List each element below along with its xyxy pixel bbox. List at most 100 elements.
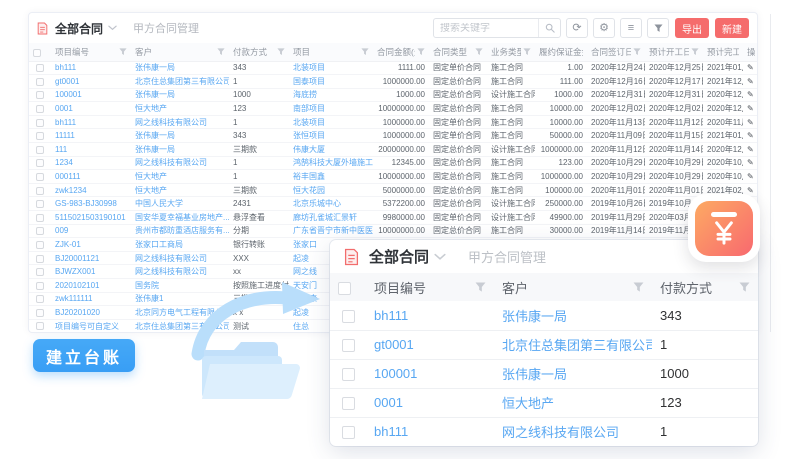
cell-link[interactable]: 鸿鹄科技大厦外墙施工项目 xyxy=(289,156,373,170)
edit-pencil-icon[interactable]: ✎ xyxy=(743,115,758,129)
cell-link[interactable]: 100001 xyxy=(51,88,131,102)
cell-link[interactable]: GS-983-BJ30998 xyxy=(51,197,131,211)
cell-link[interactable]: 张伟康一局 xyxy=(131,88,229,102)
cell-link[interactable]: BJ20001121 xyxy=(51,251,131,265)
select-all-checkbox[interactable] xyxy=(33,49,41,57)
cell-link[interactable]: 2020102101 xyxy=(51,279,131,293)
filter-icon[interactable] xyxy=(691,48,699,56)
row-checkbox[interactable] xyxy=(36,91,44,99)
cell-link[interactable]: 南部项目 xyxy=(289,102,373,116)
cell-link[interactable]: 北京乐城中心 xyxy=(289,197,373,211)
select-all-checkbox[interactable] xyxy=(338,282,351,295)
search-input[interactable] xyxy=(434,23,538,34)
row-checkbox[interactable] xyxy=(36,119,44,127)
cell-link[interactable]: 恒大地产 xyxy=(494,388,652,417)
cell-link[interactable]: 廊坊孔雀城汇景轩 xyxy=(289,211,373,225)
refresh-icon[interactable]: ⟳ xyxy=(566,18,588,38)
cell-link[interactable]: bh111 xyxy=(51,61,131,75)
cell-link[interactable]: 北京住总集团第三有限公司 xyxy=(131,75,229,89)
create-button[interactable]: 新建 xyxy=(715,18,749,38)
row-checkbox[interactable] xyxy=(36,255,44,263)
edit-pencil-icon[interactable]: ✎ xyxy=(743,143,758,157)
edit-pencil-icon[interactable]: ✎ xyxy=(743,170,758,184)
cell-link[interactable]: 5115021503190101 xyxy=(51,211,131,225)
row-checkbox[interactable] xyxy=(36,322,44,330)
filter-icon[interactable] xyxy=(475,48,483,56)
cell-link[interactable]: 贵州市都昉重酒店服务有... xyxy=(131,224,229,238)
cell-link[interactable]: zwk111111 xyxy=(51,292,131,306)
cell-link[interactable]: 11111 xyxy=(51,129,131,143)
cell-link[interactable]: zwk1234 xyxy=(51,183,131,197)
export-button[interactable]: 导出 xyxy=(675,18,709,38)
row-checkbox[interactable] xyxy=(36,64,44,72)
cell-link[interactable]: gt0001 xyxy=(366,330,494,359)
cell-link[interactable]: 项目编号可自定义 xyxy=(51,319,131,333)
filter-icon[interactable] xyxy=(633,48,641,56)
edit-pencil-icon[interactable]: ✎ xyxy=(743,88,758,102)
row-checkbox[interactable] xyxy=(342,339,355,352)
row-checkbox[interactable] xyxy=(342,368,355,381)
cell-link[interactable]: 国安华夏幸福基业房地产... xyxy=(131,211,229,225)
filter-icon[interactable] xyxy=(739,282,750,293)
filter-icon[interactable] xyxy=(361,48,369,56)
cell-link[interactable]: 中国人民大学 xyxy=(131,197,229,211)
cell-link[interactable]: bh111 xyxy=(366,301,494,330)
filter-icon[interactable] xyxy=(119,48,127,56)
cell-link[interactable]: BJ20201020 xyxy=(51,306,131,320)
row-checkbox[interactable] xyxy=(342,426,355,439)
edit-pencil-icon[interactable]: ✎ xyxy=(743,156,758,170)
cell-link[interactable]: 恒大地产 xyxy=(131,183,229,197)
cell-link[interactable]: 张伟康一局 xyxy=(494,359,652,388)
search-icon[interactable] xyxy=(538,19,560,37)
row-checkbox[interactable] xyxy=(36,282,44,290)
cell-link[interactable]: 裕丰国鑫 xyxy=(289,170,373,184)
filter-icon[interactable] xyxy=(277,48,285,56)
filter-icon[interactable] xyxy=(523,48,531,56)
row-checkbox[interactable] xyxy=(342,397,355,410)
row-checkbox[interactable] xyxy=(36,309,44,317)
cell-link[interactable]: 恒大地产 xyxy=(131,102,229,116)
cell-link[interactable]: 张伟康一局 xyxy=(494,301,652,330)
row-checkbox[interactable] xyxy=(36,159,44,167)
edit-pencil-icon[interactable]: ✎ xyxy=(743,102,758,116)
row-checkbox[interactable] xyxy=(36,241,44,249)
breadcrumb-subtitle[interactable]: 甲方合同管理 xyxy=(133,20,199,36)
filter-icon[interactable] xyxy=(475,282,486,293)
cell-link[interactable]: 网之线科技有限公司 xyxy=(131,115,229,129)
columns-icon[interactable]: ≡ xyxy=(620,18,642,38)
cell-link[interactable]: ZJK-01 xyxy=(51,238,131,252)
cell-link[interactable]: 张伟康一局 xyxy=(131,129,229,143)
filter-icon[interactable] xyxy=(633,282,644,293)
cell-link[interactable]: 0001 xyxy=(51,102,131,116)
cell-link[interactable]: 网之线科技有限公司 xyxy=(131,251,229,265)
row-checkbox[interactable] xyxy=(36,268,44,276)
cell-link[interactable]: 海底捞 xyxy=(289,88,373,102)
cell-link[interactable]: 网之线科技有限公司 xyxy=(131,156,229,170)
row-checkbox[interactable] xyxy=(36,227,44,235)
cell-link[interactable]: 伟康大厦 xyxy=(289,143,373,157)
row-checkbox[interactable] xyxy=(36,295,44,303)
row-checkbox[interactable] xyxy=(36,214,44,222)
edit-pencil-icon[interactable]: ✎ xyxy=(743,75,758,89)
row-checkbox[interactable] xyxy=(36,78,44,86)
cell-link[interactable]: 张家口工商局 xyxy=(131,238,229,252)
cell-link[interactable]: 国泰项目 xyxy=(289,75,373,89)
cell-link[interactable]: 111 xyxy=(51,143,131,157)
row-checkbox[interactable] xyxy=(36,173,44,181)
cell-link[interactable]: 恒大花园 xyxy=(289,183,373,197)
row-checkbox[interactable] xyxy=(36,132,44,140)
cell-link[interactable]: bh111 xyxy=(366,417,494,446)
cell-link[interactable]: 0001 xyxy=(366,388,494,417)
filter-icon[interactable] xyxy=(417,48,425,56)
cell-link[interactable]: bh111 xyxy=(51,115,131,129)
row-checkbox[interactable] xyxy=(342,310,355,323)
cell-link[interactable]: 100001 xyxy=(366,359,494,388)
cell-link[interactable]: 张伟康一局 xyxy=(131,61,229,75)
scrollbar-track[interactable] xyxy=(770,14,771,332)
cell-link[interactable]: 张伟康一局 xyxy=(131,143,229,157)
edit-pencil-icon[interactable]: ✎ xyxy=(743,61,758,75)
cell-link[interactable]: 北京住总集团第三有限公司 xyxy=(494,330,652,359)
filter-icon[interactable] xyxy=(217,48,225,56)
cell-link[interactable]: 网之线科技有限公司 xyxy=(494,417,652,446)
row-checkbox[interactable] xyxy=(36,146,44,154)
